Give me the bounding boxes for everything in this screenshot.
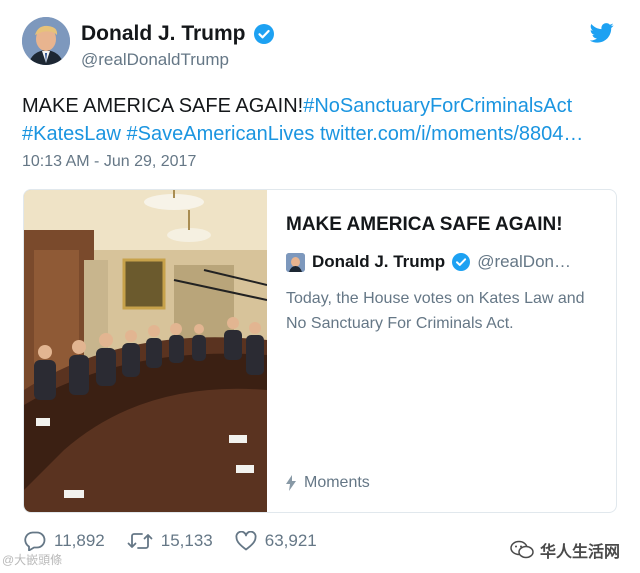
- tweet-text-main: MAKE AMERICA SAFE AGAIN!: [22, 95, 304, 117]
- twitter-bird-icon[interactable]: [590, 22, 614, 44]
- retweet-count: 15,133: [160, 531, 213, 550]
- watermark-right: 华人生活网: [510, 538, 620, 562]
- avatar[interactable]: [22, 17, 70, 65]
- hashtag-kates-law[interactable]: #KatesLaw: [22, 123, 121, 145]
- card-author-name: Donald J. Trump: [312, 252, 446, 271]
- tweet-actions: 11,892 15,133 63,921: [24, 531, 339, 551]
- tweet-text: MAKE AMERICA SAFE AGAIN!#NoSanctuaryForC…: [22, 92, 622, 148]
- hashtag-save-american-lives[interactable]: #SaveAmericanLives: [127, 123, 315, 145]
- reply-count: 11,892: [54, 531, 105, 550]
- moments-bolt-icon: [286, 475, 296, 491]
- moment-link[interactable]: twitter.com/i/moments/8804…: [320, 123, 583, 145]
- like-count: 63,921: [264, 531, 317, 550]
- reply-button[interactable]: 11,892: [24, 531, 105, 551]
- card-author[interactable]: Donald J. Trump @realDon…: [286, 252, 571, 272]
- retweet-button[interactable]: 15,133: [127, 531, 213, 551]
- card-moments-label: Moments: [286, 474, 370, 492]
- avatar-photo: [22, 17, 70, 65]
- moment-card[interactable]: MAKE AMERICA SAFE AGAIN! Donald J. Trump…: [23, 189, 617, 513]
- watermark-right-text: 华人生活网: [539, 544, 620, 561]
- card-author-handle: @realDon…: [477, 252, 571, 271]
- verified-badge-icon: [253, 24, 274, 44]
- like-icon: [235, 531, 257, 551]
- reply-icon: [24, 531, 46, 551]
- moments-text: Moments: [304, 474, 370, 491]
- author-name[interactable]: Donald J. Trump: [81, 22, 274, 46]
- hashtag-no-sanctuary[interactable]: #NoSanctuaryForCriminalsAct: [303, 95, 572, 117]
- like-button[interactable]: 63,921: [235, 531, 317, 551]
- timestamp[interactable]: 10:13 AM - Jun 29, 2017: [22, 153, 196, 171]
- watermark-left: @大嵌頭條: [2, 553, 63, 567]
- card-title[interactable]: MAKE AMERICA SAFE AGAIN!: [286, 214, 563, 236]
- display-name[interactable]: Donald J. Trump: [81, 22, 246, 46]
- card-image: [24, 190, 267, 512]
- author-handle[interactable]: @realDonaldTrump: [81, 50, 229, 70]
- card-description: Today, the House votes on Kates Law and …: [286, 290, 585, 332]
- verified-badge-icon: [452, 253, 471, 271]
- card-author-avatar: [286, 252, 305, 272]
- retweet-icon: [127, 533, 153, 549]
- wechat-icon: [510, 540, 534, 559]
